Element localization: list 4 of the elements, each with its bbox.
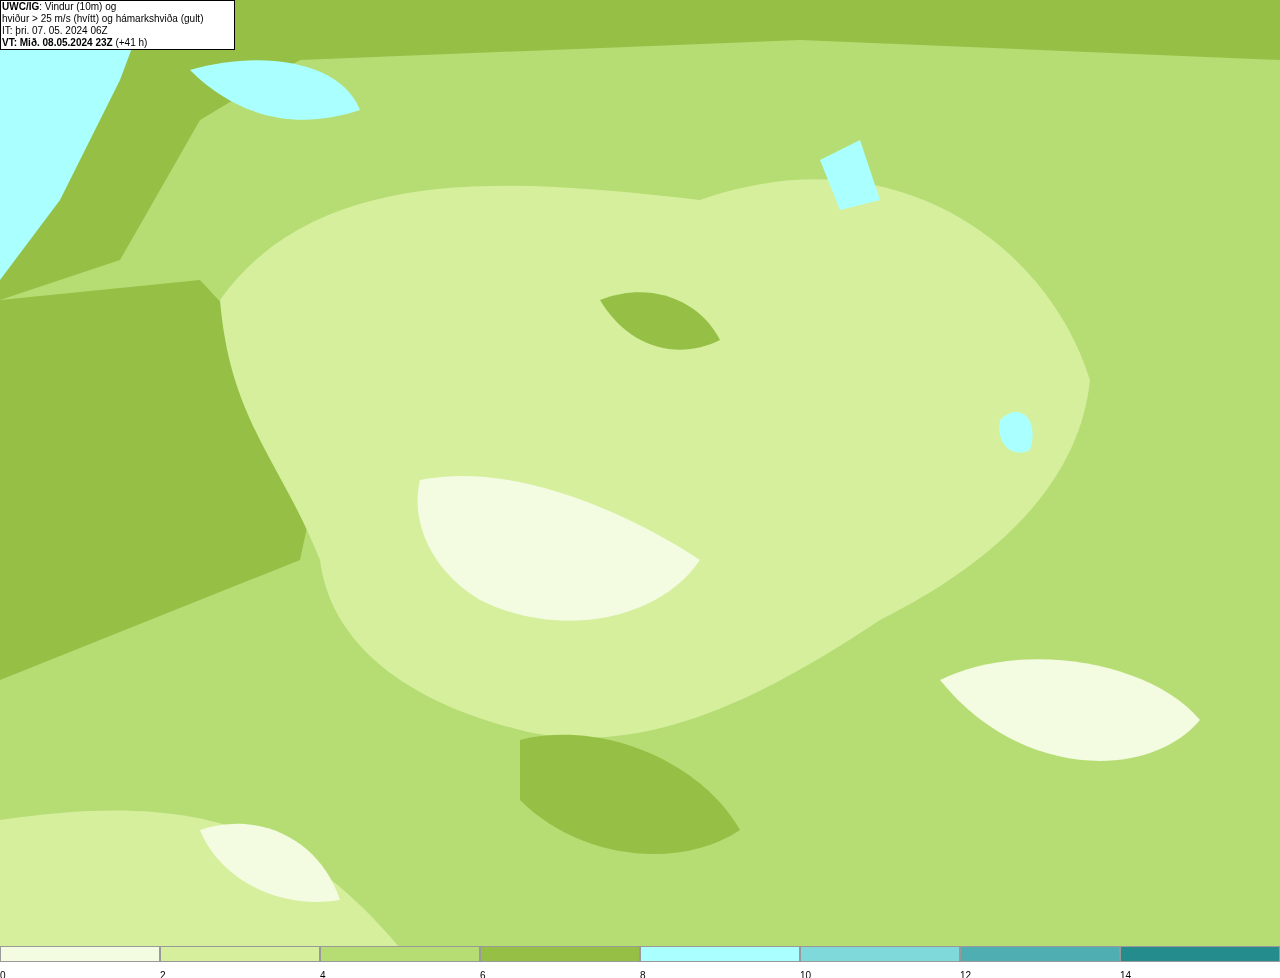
legend-text: VT: Mið. 08.05.2024 23Z (+41 h) bbox=[2, 37, 149, 49]
legend-text: hviður > 25 m/s (hvítt) og hámarkshviða (gult) bbox=[2, 13, 205, 25]
legend-text: IT: þri. 07. 05. 2024 06Z bbox=[2, 25, 109, 37]
legend-text: UWC/IG: Vindur (10m) og bbox=[2, 1, 118, 13]
